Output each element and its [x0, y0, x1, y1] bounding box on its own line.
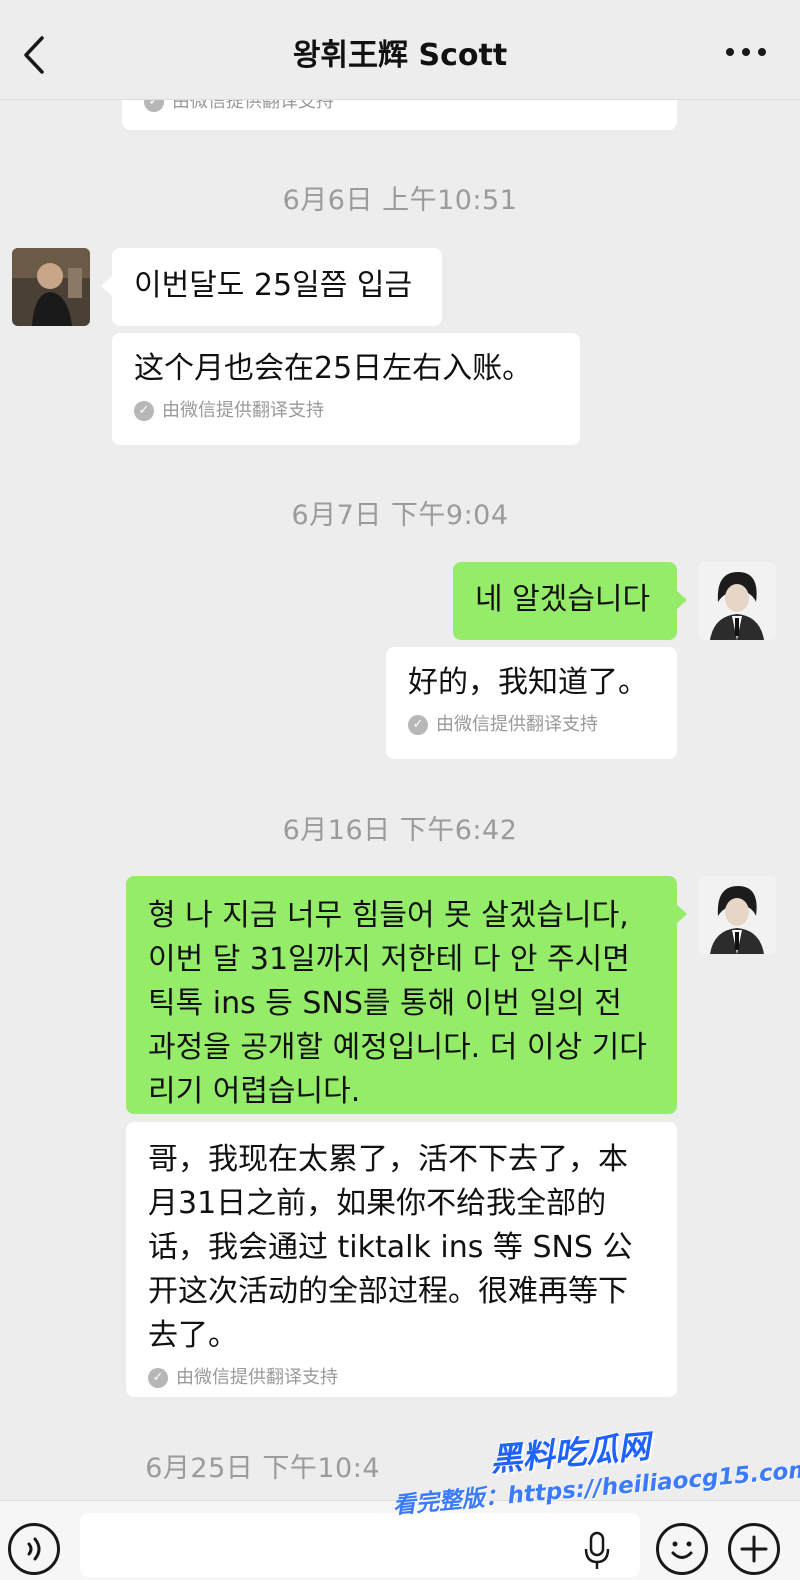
message-text: 네 알겠습니다 — [475, 582, 651, 617]
message-text: 형 나 지금 너무 힘들어 못 살겠습니다, 이번 달 31일까지 저한테 다 … — [148, 898, 647, 1109]
emoji-button[interactable] — [656, 1523, 708, 1575]
check-icon: ✓ — [408, 715, 428, 735]
received-translation-bubble[interactable]: 这个月也会在25日左右入账。 ✓ 由微信提供翻译支持 — [112, 333, 580, 445]
voice-icon — [27, 1537, 41, 1561]
message-text: 이번달도 25일쯤 입금 — [134, 268, 413, 303]
translation-note-text: 由微信提供翻译支持 — [176, 1367, 338, 1388]
chat-area: ✓ 由微信提供翻译支持 6月6日 上午10:51 이번달도 25일쯤 입금 这个… — [0, 0, 800, 1500]
my-avatar[interactable] — [698, 876, 776, 954]
emoji-icon — [671, 1541, 693, 1559]
chat-title: 왕휘王辉 Scott — [292, 38, 508, 73]
translation-text: 这个月也会在25日左右入账。 — [134, 351, 533, 386]
more-dots-icon — [726, 48, 766, 56]
voice-button[interactable] — [8, 1523, 60, 1575]
translation-text: 好的，我知道了。 — [408, 665, 648, 700]
check-icon: ✓ — [148, 1368, 168, 1388]
timestamp: 6月25日 下午10:4 — [145, 1453, 380, 1484]
received-message-bubble[interactable]: 이번달도 25일쯤 입금 — [112, 248, 442, 326]
sent-message-bubble[interactable]: 네 알겠습니다 — [453, 562, 677, 640]
sent-message-bubble[interactable]: 형 나 지금 너무 힘들어 못 살겠습니다, 이번 달 31일까지 저한테 다 … — [126, 876, 677, 1114]
more-button[interactable] — [722, 40, 770, 64]
sent-translation-bubble[interactable]: 好的，我知道了。 ✓ 由微信提供翻译支持 — [386, 647, 677, 759]
timestamp: 6月7日 下午9:04 — [291, 500, 509, 531]
sent-translation-bubble[interactable]: 哥，我现在太累了，活不下去了，本月31日之前，如果你不给我全部的话，我会通过 t… — [126, 1122, 677, 1397]
translation-note: ✓ 由微信提供翻译支持 — [134, 399, 558, 423]
translation-note-text: 由微信提供翻译支持 — [162, 400, 324, 421]
check-icon: ✓ — [134, 401, 154, 421]
translation-note: ✓ 由微信提供翻译支持 — [408, 713, 655, 737]
plus-icon — [740, 1535, 768, 1563]
top-bar: 왕휘王辉 Scott — [0, 0, 800, 100]
translation-note-text: 由微信提供翻译支持 — [436, 714, 598, 735]
microphone-icon[interactable] — [582, 1531, 612, 1571]
translation-text: 哥，我现在太累了，活不下去了，本月31日之前，如果你不给我全部的话，我会通过 t… — [148, 1142, 633, 1353]
message-input[interactable] — [80, 1513, 640, 1577]
timestamp: 6月6日 上午10:51 — [282, 185, 518, 216]
contact-avatar[interactable] — [12, 248, 90, 326]
timestamp: 6月16日 下午6:42 — [282, 815, 518, 846]
translation-note: ✓ 由微信提供翻译支持 — [148, 1366, 655, 1390]
plus-button[interactable] — [728, 1523, 780, 1575]
my-avatar[interactable] — [698, 562, 776, 640]
